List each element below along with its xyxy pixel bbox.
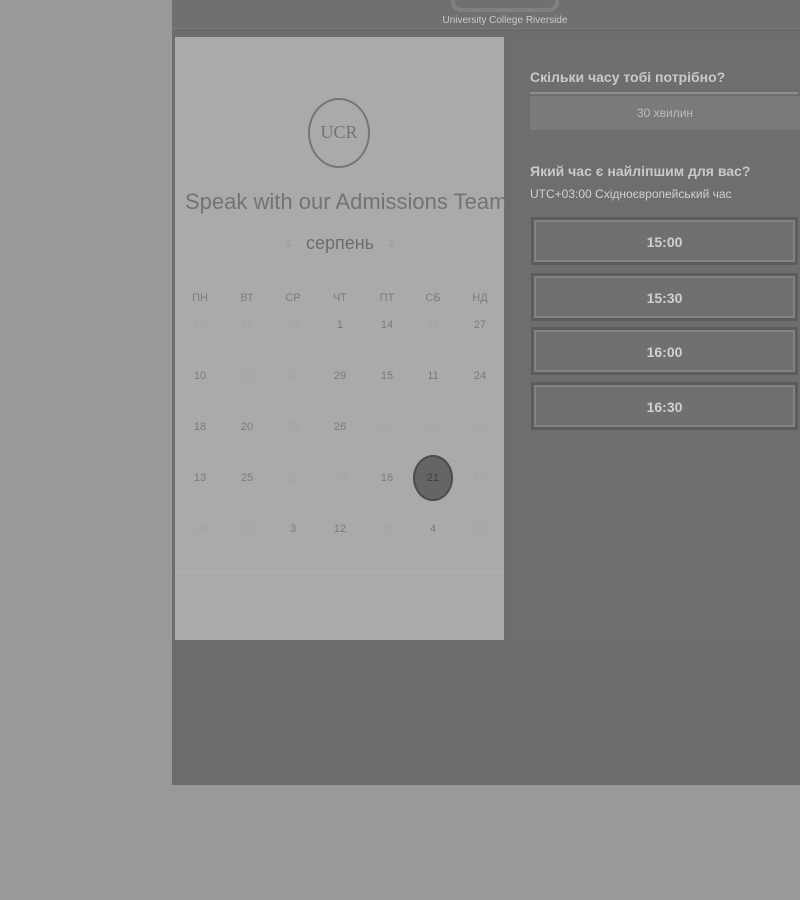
timezone-selector[interactable]: UTC+03:00 Східноєвропейський час bbox=[530, 186, 800, 202]
duration-question: Скільки часу тобі потрібно? bbox=[530, 69, 726, 85]
time-slot-button[interactable]: 16:30 bbox=[531, 382, 798, 430]
calendar-day[interactable]: 13 bbox=[180, 467, 220, 489]
calendar-day[interactable]: 08 bbox=[460, 416, 500, 438]
calendar-day[interactable]: 23 bbox=[367, 518, 407, 540]
time-question: Який час є найліпшим для вас? bbox=[530, 163, 751, 179]
calendar-day[interactable]: 16 bbox=[367, 467, 407, 489]
calendar-day[interactable]: 11 bbox=[413, 365, 453, 387]
calendar-day[interactable]: 25 bbox=[180, 314, 220, 336]
calendar-day[interactable]: 26 bbox=[273, 314, 313, 336]
weekday-label: СР bbox=[285, 292, 301, 304]
calendar-panel: UCR Speak with our Admissions Team ‹ сер… bbox=[175, 37, 508, 640]
calendar-divider bbox=[175, 572, 504, 573]
weekday-label: ЧТ bbox=[332, 292, 348, 304]
calendar-day[interactable]: 18 bbox=[320, 467, 360, 489]
calendar-day[interactable]: 28 bbox=[227, 518, 267, 540]
booking-page: University College Riverside UCR Speak w… bbox=[172, 0, 800, 785]
calendar-day[interactable]: 18 bbox=[180, 416, 220, 438]
calendar-day[interactable]: 22 bbox=[227, 365, 267, 387]
month-label: серпень bbox=[305, 233, 375, 253]
header-logo-text: University College Riverside bbox=[442, 15, 568, 26]
booking-panel: Скільки часу тобі потрібно? 30 хвилин Як… bbox=[512, 40, 800, 640]
time-slot-button[interactable]: 16:00 bbox=[531, 327, 798, 375]
chevron-left-icon[interactable]: ‹ bbox=[280, 231, 298, 255]
calendar-day[interactable]: 23 bbox=[273, 416, 313, 438]
ucr-logo-text: UCR bbox=[320, 122, 358, 142]
calendar-day[interactable]: 28 bbox=[227, 314, 267, 336]
calendar-day[interactable]: 24 bbox=[460, 365, 500, 387]
calendar-day[interactable]: 14 bbox=[367, 314, 407, 336]
calendar-day[interactable]: 29 bbox=[320, 365, 360, 387]
calendar-day[interactable]: 4 bbox=[413, 518, 453, 540]
calendar-day[interactable]: 19 bbox=[460, 467, 500, 489]
calendar-day[interactable]: 10 bbox=[180, 365, 220, 387]
calendar-day[interactable]: 12 bbox=[273, 467, 313, 489]
calendar-day[interactable]: 20 bbox=[227, 416, 267, 438]
calendar-title: Speak with our Admissions Team bbox=[185, 189, 508, 214]
calendar-day[interactable]: 25 bbox=[227, 467, 267, 489]
month-switcher: ‹ серпень › bbox=[280, 231, 400, 255]
calendar-day[interactable]: 1 bbox=[320, 314, 360, 336]
weekday-label: НД bbox=[472, 292, 488, 304]
time-slot-button[interactable]: 15:30 bbox=[531, 273, 798, 321]
weekday-header: ПН ВТ СР ЧТ ПТ СБ НД bbox=[180, 290, 500, 306]
calendar-day[interactable]: 05 bbox=[367, 416, 407, 438]
selected-calendar-day[interactable]: 21 bbox=[413, 455, 453, 501]
top-header: University College Riverside bbox=[172, 0, 800, 29]
calendar-day[interactable]: 27 bbox=[460, 314, 500, 336]
header-logo: University College Riverside bbox=[430, 0, 580, 26]
calendar-day[interactable]: 12 bbox=[320, 518, 360, 540]
weekday-label: ВТ bbox=[240, 292, 254, 304]
weekday-label: ПТ bbox=[379, 292, 395, 304]
duration-select[interactable]: 30 хвилин bbox=[530, 96, 800, 130]
ucr-logo: UCR bbox=[308, 98, 370, 168]
weekday-label: СБ bbox=[425, 292, 441, 304]
calendar-day[interactable]: 12 bbox=[273, 365, 313, 387]
time-slot-button[interactable]: 15:00 bbox=[531, 217, 798, 265]
calendar-day[interactable]: 15 bbox=[367, 365, 407, 387]
calendar-day[interactable]: 09 bbox=[413, 416, 453, 438]
calendar-day[interactable]: 15 bbox=[413, 314, 453, 336]
calendar-day[interactable]: 25 bbox=[460, 518, 500, 540]
calendar-day[interactable]: 3 bbox=[273, 518, 313, 540]
calendar-day[interactable]: 26 bbox=[320, 416, 360, 438]
duration-divider bbox=[530, 92, 798, 94]
weekday-label: ПН bbox=[192, 292, 208, 304]
calendar-day[interactable]: 19 bbox=[180, 518, 220, 540]
chevron-right-icon[interactable]: › bbox=[382, 231, 400, 255]
header-logo-mark bbox=[451, 0, 559, 12]
